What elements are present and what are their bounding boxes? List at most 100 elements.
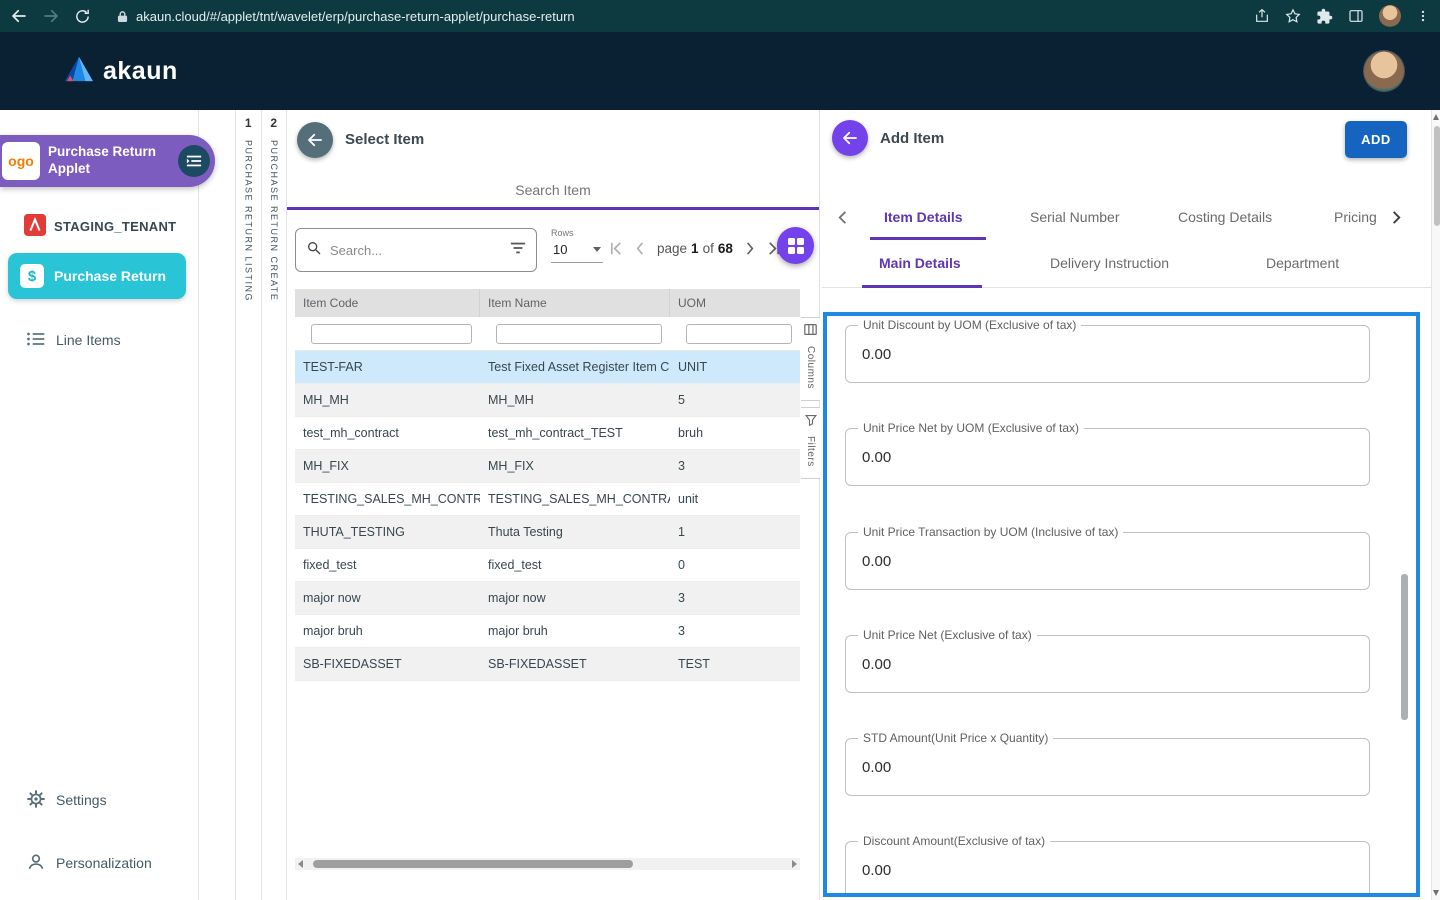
table-row[interactable]: MH_FIX MH_FIX 3 [295, 450, 800, 483]
sidebar-item-label: Personalization [56, 855, 152, 871]
tab-pricing[interactable]: Pricing [1334, 209, 1377, 225]
column-header[interactable]: UOM [670, 289, 800, 317]
side-panel-icon[interactable] [1348, 8, 1364, 24]
unit-discount-by-uom-input[interactable] [846, 326, 1369, 382]
page-indicator: page 1 of 68 [657, 241, 733, 256]
tab-item-details[interactable]: Item Details [884, 209, 963, 225]
columns-icon [804, 323, 817, 341]
sidebar-item-purchase-return[interactable]: $ Purchase Return [8, 253, 186, 299]
detail-sub-tabs: Main Details Delivery Instruction Depart… [822, 240, 1432, 288]
std-amount-input[interactable] [846, 739, 1369, 795]
next-page-button[interactable] [742, 241, 757, 256]
browser-back-icon[interactable] [10, 7, 28, 25]
discount-amount-input[interactable] [846, 842, 1369, 893]
select-item-panel: Select Item Search Item Rows 10 [287, 110, 820, 900]
select-item-header: Select Item Search Item [287, 110, 819, 210]
back-button[interactable] [297, 122, 333, 158]
table-row[interactable]: MH_MH MH_MH 5 [295, 384, 800, 417]
scroll-right-arrow[interactable] [792, 860, 797, 868]
tenant-selector[interactable]: STAGING_TENANT [0, 209, 199, 243]
unit-price-net-input[interactable] [846, 636, 1369, 692]
filter-list-icon[interactable] [510, 241, 526, 260]
scroll-left-arrow[interactable] [298, 860, 303, 868]
rows-per-page-select[interactable]: Rows 10 [551, 228, 603, 263]
browser-forward-icon[interactable] [42, 7, 60, 25]
tab-costing-details[interactable]: Costing Details [1178, 209, 1272, 225]
page-scroll-thumb[interactable] [1433, 126, 1440, 226]
table-row[interactable]: THUTA_TESTING Thuta Testing 1 [295, 516, 800, 549]
form-scroll-thumb[interactable] [1401, 574, 1408, 720]
table-row[interactable]: SB-FIXEDASSET SB-FIXEDASSET TEST [295, 648, 800, 681]
browser-profile-avatar[interactable] [1379, 5, 1401, 27]
tabs-scroll-right-icon[interactable] [1388, 210, 1403, 230]
sidebar-item-label: Settings [56, 792, 107, 808]
scroll-down-arrow[interactable] [1433, 890, 1439, 896]
address-bar[interactable]: akaun.cloud/#/applet/tnt/wavelet/erp/pur… [117, 9, 1240, 24]
share-icon[interactable] [1254, 8, 1270, 24]
add-item-panel: Add Item ADD Item Details Serial Number … [822, 110, 1432, 900]
horizontal-scrollbar[interactable] [295, 858, 800, 870]
extensions-puzzle-icon[interactable] [1316, 8, 1333, 25]
tab-index: 1 [244, 116, 252, 130]
bookmark-star-icon[interactable] [1285, 8, 1301, 24]
back-button[interactable] [832, 120, 868, 156]
lock-icon [117, 10, 128, 23]
browser-menu-icon[interactable] [1416, 8, 1430, 24]
back-arrow-icon [308, 133, 322, 147]
search-input[interactable] [330, 242, 502, 258]
column-header[interactable]: Item Name [480, 289, 670, 317]
uom-filter-input[interactable] [686, 323, 792, 344]
browser-reload-icon[interactable] [74, 8, 91, 25]
field-discount-amount: Discount Amount(Exclusive of tax) [845, 834, 1370, 893]
workspace-tab-purchase-return-listing[interactable]: 1 PURCHASE RETURN LISTING [236, 110, 262, 900]
first-page-button[interactable] [609, 241, 624, 256]
applet-switcher[interactable]: ogo Purchase Return Applet [0, 135, 215, 187]
tabs-scroll-left-icon[interactable] [836, 210, 851, 230]
sidebar: ogo Purchase Return Applet STAGING_TENAN… [0, 110, 215, 900]
table-row[interactable]: TESTING_SALES_MH_CONTRACT TESTING_SALES_… [295, 483, 800, 516]
user-avatar[interactable] [1364, 51, 1404, 91]
tab-serial-number[interactable]: Serial Number [1030, 209, 1119, 225]
column-header[interactable]: Item Code [295, 289, 480, 317]
grid-view-button[interactable] [777, 227, 814, 264]
menu-collapse-icon [186, 155, 202, 167]
table-row[interactable]: fixed_test fixed_test 0 [295, 549, 800, 582]
page-scrollbar[interactable] [1431, 110, 1440, 900]
filters-tool[interactable]: Filters [801, 407, 820, 479]
browser-actions [1254, 5, 1430, 27]
pagination: page 1 of 68 [609, 241, 781, 256]
sidebar-item-settings[interactable]: Settings [0, 784, 199, 816]
prev-page-button[interactable] [633, 241, 648, 256]
sidebar-item-personalization[interactable]: Personalization [0, 847, 199, 879]
akaun-logo-icon [64, 56, 94, 87]
screen: akaun.cloud/#/applet/tnt/wavelet/erp/pur… [0, 0, 1440, 900]
scroll-up-arrow[interactable] [1433, 114, 1439, 120]
sidebar-item-label: Purchase Return [54, 268, 167, 284]
workspace-tab-purchase-return-create[interactable]: 2 PURCHASE RETURN CREATE [262, 110, 287, 900]
tenant-icon [24, 213, 46, 239]
list-icon [26, 330, 46, 351]
unit-price-transaction-by-uom-input[interactable] [846, 533, 1369, 589]
field-unit-discount-by-uom: Unit Discount by UOM (Exclusive of tax) [845, 318, 1370, 383]
horizontal-scroll-thumb[interactable] [313, 860, 633, 868]
add-button[interactable]: ADD [1345, 121, 1407, 158]
table-row[interactable]: test_mh_contract test_mh_contract_TEST b… [295, 417, 800, 450]
columns-tool[interactable]: Columns [801, 317, 820, 401]
subtab-main-details[interactable]: Main Details [879, 255, 961, 271]
table-row[interactable]: major now major now 3 [295, 582, 800, 615]
subtab-delivery-instruction[interactable]: Delivery Instruction [1050, 255, 1169, 271]
item-code-filter-input[interactable] [311, 323, 472, 344]
search-box [295, 228, 537, 272]
subtab-department[interactable]: Department [1266, 255, 1339, 271]
dropdown-caret-icon [593, 247, 601, 252]
item-name-filter-input[interactable] [496, 323, 662, 344]
table-row[interactable]: TEST-FAR Test Fixed Asset Register Item … [295, 351, 800, 384]
applet-logo: ogo [2, 142, 40, 180]
sidebar-item-line-items[interactable]: Line Items [0, 324, 199, 356]
table-row[interactable]: major bruh major bruh 3 [295, 615, 800, 648]
tab-search-item[interactable]: Search Item [287, 182, 819, 198]
tab-index: 2 [270, 116, 278, 130]
collapse-menu-button[interactable] [178, 145, 210, 177]
unit-price-net-by-uom-input[interactable] [846, 429, 1369, 485]
dollar-icon: $ [20, 264, 44, 288]
